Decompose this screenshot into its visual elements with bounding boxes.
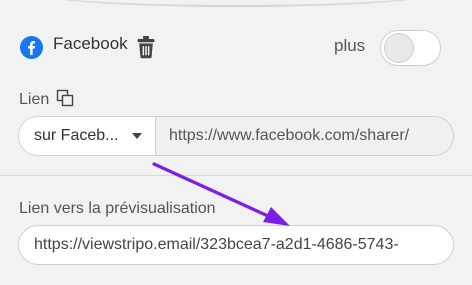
plus-label: plus [334,36,366,55]
section-divider [0,175,472,176]
network-name-label: Facebook [53,34,128,53]
toggle-knob [384,33,414,63]
panel-top-edge [36,0,436,7]
preview-link-label: Lien vers la prévisualisation [19,200,216,217]
preview-url-field[interactable] [18,225,454,265]
caret-down-icon [132,133,142,139]
social-network-row: Facebook plus [20,30,456,66]
link-url-field[interactable] [156,117,453,155]
copy-icon[interactable] [56,89,74,107]
trash-icon[interactable] [136,35,156,59]
social-link-settings-panel: Facebook plus Lien sur Faceb... https://… [0,0,472,285]
link-type-value: sur Faceb... [34,127,119,144]
link-input-group: sur Faceb... [18,116,454,156]
link-type-select[interactable]: sur Faceb... [19,117,156,155]
facebook-icon [20,36,43,59]
link-section-label: Lien [19,91,50,108]
plus-toggle[interactable] [380,30,441,66]
